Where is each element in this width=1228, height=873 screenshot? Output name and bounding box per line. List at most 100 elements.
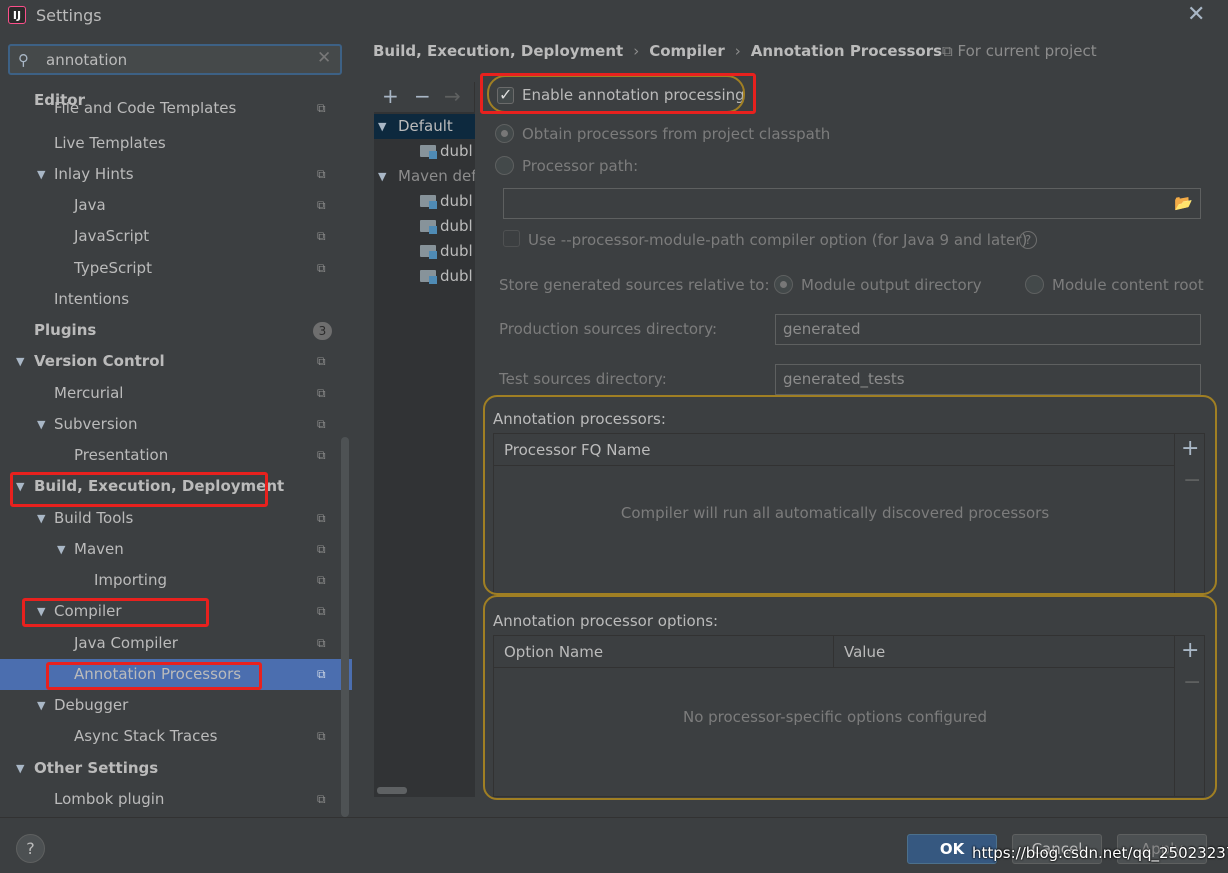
module-label: dubl xyxy=(440,217,473,235)
settings-content-pane: Build, Execution, Deployment › Compiler › An… xyxy=(352,32,1228,817)
move-to-icon[interactable]: → xyxy=(444,84,461,108)
tree-item-label: Intentions xyxy=(54,290,130,308)
module-label: dubl xyxy=(440,142,473,160)
window-title: Settings xyxy=(36,6,102,25)
expand-arrow-icon[interactable]: ▼ xyxy=(37,690,45,721)
tree-item-label: Mercurial xyxy=(54,384,124,402)
profile-maven-default[interactable]: ▼ Maven def xyxy=(374,164,475,189)
expand-arrow-icon[interactable]: ▼ xyxy=(378,114,386,139)
module-item[interactable]: dubl xyxy=(374,189,475,214)
compiler-highlight-annotation xyxy=(22,598,209,627)
folder-browse-icon[interactable]: 📂 xyxy=(1174,194,1193,212)
project-config-icon: ⧉ xyxy=(317,511,326,525)
project-config-icon: ⧉ xyxy=(317,792,326,806)
test-dir-field[interactable]: generated_tests xyxy=(775,364,1201,395)
processors-outline-annotation xyxy=(483,395,1217,595)
clear-search-icon[interactable]: ✕ xyxy=(317,48,331,68)
project-config-icon: ⧉ xyxy=(317,261,326,275)
test-dir-label: Test sources directory: xyxy=(499,370,667,388)
breadcrumb-item[interactable]: Build, Execution, Deployment xyxy=(373,42,623,60)
tree-item-label: Subversion xyxy=(54,415,138,433)
production-dir-field[interactable]: generated xyxy=(775,314,1201,345)
breadcrumb: Build, Execution, Deployment › Compiler › An… xyxy=(373,42,942,60)
module-item[interactable]: dubl xyxy=(374,214,475,239)
expand-arrow-icon[interactable]: ▼ xyxy=(37,159,45,190)
profiles-hscrollbar[interactable] xyxy=(377,787,407,794)
tree-item-lombok-plugin[interactable]: Lombok plugin ⧉ xyxy=(0,784,340,815)
project-scope-label: For current project xyxy=(957,42,1097,60)
tree-item-java[interactable]: Java ⧉ xyxy=(0,190,340,221)
remove-icon[interactable]: − xyxy=(414,84,431,108)
production-dir-label: Production sources directory: xyxy=(499,320,718,338)
add-icon[interactable]: + xyxy=(382,84,399,108)
tree-header-editor[interactable]: Editor xyxy=(0,82,340,109)
tree-item-java-compiler[interactable]: Java Compiler ⧉ xyxy=(0,628,340,659)
processor-path-field[interactable] xyxy=(503,188,1201,219)
tree-item-version-control[interactable]: ▼ Version Control ⧉ xyxy=(0,346,340,377)
module-output-radio[interactable] xyxy=(774,275,793,294)
search-box[interactable]: ⚲ ✕ xyxy=(8,44,342,75)
module-output-label: Module output directory xyxy=(801,276,982,294)
breadcrumb-item[interactable]: Compiler xyxy=(649,42,725,60)
expand-arrow-icon[interactable]: ▼ xyxy=(16,346,24,377)
tree-item-subversion[interactable]: ▼ Subversion ⧉ xyxy=(0,409,340,440)
module-item[interactable]: dubl xyxy=(374,139,475,164)
help-button[interactable]: ? xyxy=(16,834,45,863)
project-scope-note: ⧉ For current project xyxy=(942,42,1097,60)
tree-item-debugger[interactable]: ▼ Debugger xyxy=(0,690,340,721)
expand-arrow-icon[interactable]: ▼ xyxy=(37,409,45,440)
project-config-icon: ⧉ xyxy=(317,542,326,556)
project-config-icon: ⧉ xyxy=(317,573,326,587)
tree-item-label: Version Control xyxy=(34,352,165,370)
tree-item-label: Importing xyxy=(94,571,167,589)
tree-item-label: Async Stack Traces xyxy=(74,727,218,745)
module-content-radio[interactable] xyxy=(1025,275,1044,294)
store-generated-label: Store generated sources relative to: xyxy=(499,276,770,294)
tree-item-javascript[interactable]: JavaScript ⧉ xyxy=(0,221,340,252)
project-scope-icon: ⧉ xyxy=(942,42,958,60)
close-icon[interactable]: ✕ xyxy=(1187,4,1205,26)
tree-item-async-stack-traces[interactable]: Async Stack Traces ⧉ xyxy=(0,721,340,752)
title-bar: IJ Settings ✕ xyxy=(0,0,1228,32)
profile-default[interactable]: ▼ Default xyxy=(374,114,475,139)
module-label: dubl xyxy=(440,242,473,260)
options-outline-annotation xyxy=(483,595,1217,800)
expand-arrow-icon[interactable]: ▼ xyxy=(57,534,65,565)
tree-item-mercurial[interactable]: Mercurial ⧉ xyxy=(0,378,340,409)
profile-label: Default xyxy=(398,117,453,135)
module-path-label: Use --processor-module-path compiler opt… xyxy=(528,231,1028,249)
tree-item-label: Lombok plugin xyxy=(54,790,165,808)
module-item[interactable]: dubl xyxy=(374,239,475,264)
module-item[interactable]: dubl xyxy=(374,264,475,289)
processor-path-radio[interactable] xyxy=(495,156,514,175)
module-folder-icon xyxy=(420,270,437,284)
processor-path-label: Processor path: xyxy=(522,157,639,175)
project-config-icon: ⧉ xyxy=(317,354,326,368)
tree-item-maven[interactable]: ▼ Maven ⧉ xyxy=(0,534,340,565)
obtain-classpath-radio[interactable] xyxy=(495,124,514,143)
project-config-icon: ⧉ xyxy=(317,604,326,618)
tree-item-other-settings[interactable]: ▼ Other Settings xyxy=(0,753,340,784)
help-icon[interactable]: ? xyxy=(1019,231,1037,249)
expand-arrow-icon[interactable]: ▼ xyxy=(16,753,24,784)
tree-item-build-tools[interactable]: ▼ Build Tools ⧉ xyxy=(0,503,340,534)
module-path-checkbox[interactable] xyxy=(503,230,520,247)
project-config-icon: ⧉ xyxy=(317,167,326,181)
expand-arrow-icon[interactable]: ▼ xyxy=(37,503,45,534)
tree-item-importing[interactable]: Importing ⧉ xyxy=(0,565,340,596)
tree-item-typescript[interactable]: TypeScript ⧉ xyxy=(0,253,340,284)
profile-label: Maven def xyxy=(398,167,475,185)
tree-item-inlay-hints[interactable]: ▼ Inlay Hints ⧉ xyxy=(0,159,340,190)
tree-item-live-templates[interactable]: Live Templates xyxy=(0,128,340,159)
project-config-icon: ⧉ xyxy=(317,417,326,431)
expand-arrow-icon[interactable]: ▼ xyxy=(378,164,386,189)
search-input[interactable] xyxy=(46,49,306,71)
tree-item-plugins[interactable]: Plugins 3 xyxy=(0,315,340,346)
tree-item-label: Inlay Hints xyxy=(54,165,134,183)
project-config-icon: ⧉ xyxy=(317,386,326,400)
tree-scrollbar[interactable] xyxy=(341,437,349,817)
tree-item-presentation[interactable]: Presentation ⧉ xyxy=(0,440,340,471)
tree-item-intentions[interactable]: Intentions xyxy=(0,284,340,315)
obtain-classpath-label: Obtain processors from project classpath xyxy=(522,125,831,143)
project-config-icon: ⧉ xyxy=(317,667,326,681)
